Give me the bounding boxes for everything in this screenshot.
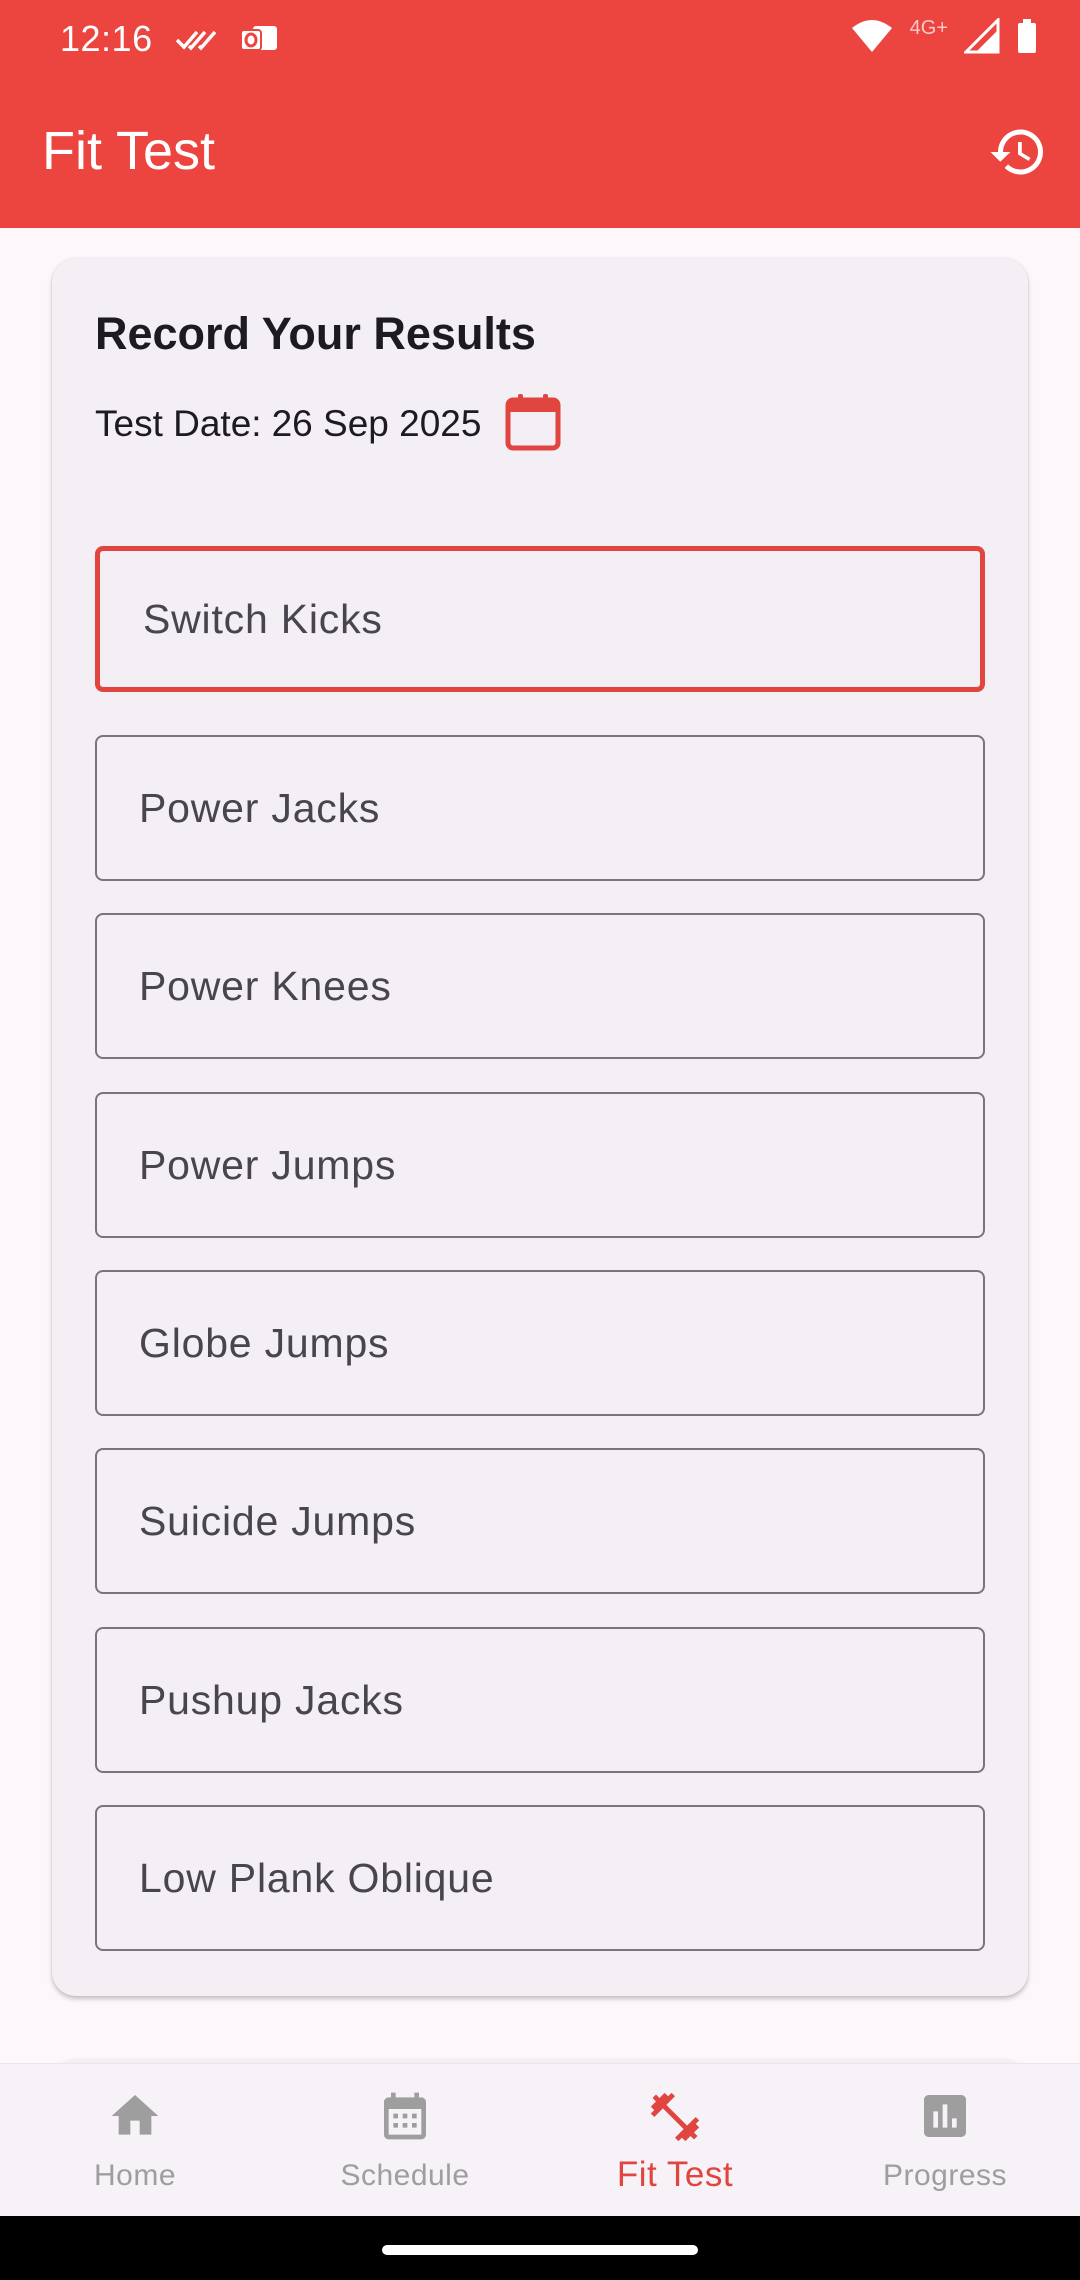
test-date-value: 26 Sep 2025 [271, 403, 482, 444]
power-jumps-input[interactable]: Power Jumps [95, 1092, 985, 1238]
double-check-icon [175, 24, 217, 59]
field-label: Globe Jumps [139, 1319, 390, 1366]
home-icon [107, 2088, 163, 2149]
field-label: Power Jacks [139, 784, 381, 831]
bottom-navigation: Home Schedule Fit Test Progress [0, 2063, 1080, 2216]
date-picker-button[interactable] [503, 393, 563, 455]
results-card: Record Your Results Test Date: 26 Sep 20… [52, 258, 1028, 1996]
nav-item-home[interactable]: Home [0, 2064, 270, 2216]
signal-icon [962, 16, 1000, 59]
content-area: Record Your Results Test Date: 26 Sep 20… [0, 228, 1080, 2063]
field-label: Power Knees [139, 962, 392, 1009]
status-right-icons: 4G+ [850, 16, 1038, 59]
suicide-jumps-input[interactable]: Suicide Jumps [95, 1448, 985, 1594]
test-date-label: Test Date: [95, 403, 262, 444]
calendar-icon [504, 392, 562, 457]
page-title: Fit Test [42, 121, 216, 181]
gesture-navigation-bar [0, 2216, 1080, 2280]
wifi-icon [850, 18, 894, 59]
field-label: Pushup Jacks [139, 1676, 404, 1723]
calendar-icon [377, 2088, 433, 2149]
gesture-handle[interactable] [382, 2245, 698, 2255]
switch-kicks-input[interactable]: Switch Kicks [95, 546, 985, 692]
field-label: Switch Kicks [143, 595, 383, 642]
nav-label: Progress [882, 2159, 1008, 2192]
card-title: Record Your Results [95, 308, 536, 359]
power-jacks-input[interactable]: Power Jacks [95, 735, 985, 881]
battery-icon [1016, 18, 1038, 59]
history-button[interactable] [986, 122, 1050, 186]
globe-jumps-input[interactable]: Globe Jumps [95, 1270, 985, 1416]
outlook-icon [239, 22, 279, 61]
pushup-jacks-input[interactable]: Pushup Jacks [95, 1627, 985, 1773]
field-label: Suicide Jumps [139, 1497, 417, 1544]
status-bar: 12:16 4G+ [0, 0, 1080, 80]
nav-label: Home [93, 2159, 177, 2192]
status-time: 12:16 [60, 18, 153, 59]
test-date-row: Test Date: 26 Sep 2025 [95, 393, 563, 455]
field-label: Low Plank Oblique [139, 1854, 495, 1901]
nav-label: Fit Test [616, 2155, 734, 2194]
status-left-icons [175, 22, 279, 61]
chart-icon [917, 2088, 973, 2149]
nav-item-progress[interactable]: Progress [810, 2064, 1080, 2216]
field-label: Power Jumps [139, 1141, 397, 1188]
nav-item-fit-test[interactable]: Fit Test [540, 2064, 810, 2216]
nav-item-schedule[interactable]: Schedule [270, 2064, 540, 2216]
nav-label: Schedule [340, 2159, 470, 2192]
dumbbell-icon [646, 2088, 704, 2151]
network-type-label: 4G+ [909, 17, 948, 39]
app-bar: Fit Test [0, 80, 1080, 228]
power-knees-input[interactable]: Power Knees [95, 913, 985, 1059]
history-icon [988, 122, 1048, 187]
low-plank-oblique-input[interactable]: Low Plank Oblique [95, 1805, 985, 1951]
